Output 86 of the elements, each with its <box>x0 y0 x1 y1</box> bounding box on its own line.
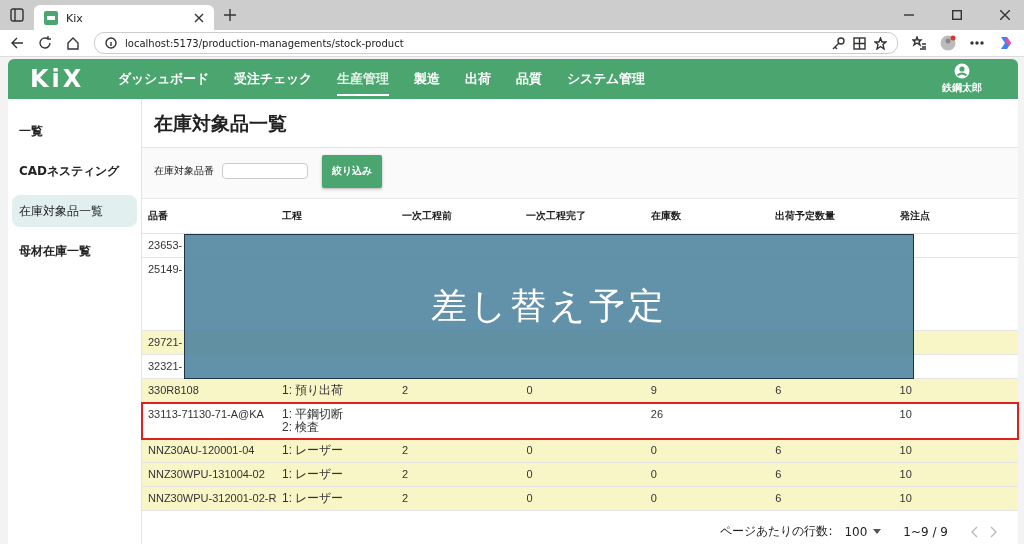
table-cell-text: 1: 預り出荷 <box>282 384 345 397</box>
info-icon <box>105 37 117 49</box>
rows-per-page-select[interactable]: 100 <box>844 524 882 539</box>
avatar-icon[interactable] <box>940 35 956 51</box>
sidebar-item[interactable]: 母材在庫一覧 <box>12 235 137 267</box>
column-header: 工程 <box>282 210 302 221</box>
table-cell: 33113-71130-71-A@KA <box>148 408 264 420</box>
sidebar-item[interactable]: CADネスティング <box>12 155 137 187</box>
column-header: 発注点 <box>899 210 930 221</box>
table-cell: 0 <box>650 492 657 504</box>
rows-per-page-label: ページあたりの行数: <box>720 523 833 540</box>
table-cell: 25149- <box>148 263 183 275</box>
table-cell: 26 <box>650 408 664 420</box>
table-cell: 6 <box>775 468 782 480</box>
table-cell: 6 <box>775 492 782 504</box>
filter-button[interactable]: 絞り込み <box>322 154 382 188</box>
table-cell-text: 1: レーザー <box>282 468 345 481</box>
maximize-icon[interactable] <box>952 10 962 20</box>
table-cell: 32321- <box>148 360 183 372</box>
nav-item[interactable]: 品質 <box>516 62 542 96</box>
table-cell: 6 <box>775 384 782 396</box>
logo: KiX <box>29 65 86 93</box>
nav-item[interactable]: 製造 <box>414 62 440 96</box>
home-icon[interactable] <box>66 36 80 50</box>
table-cell: NNZ30WPU-131004-02 <box>148 468 265 480</box>
table-cell: 9 <box>650 384 657 396</box>
table-cell: 10 <box>899 444 912 456</box>
table-cell: 2 <box>402 492 409 504</box>
table-cell: 6 <box>775 444 782 456</box>
table-cell: 0 <box>650 468 657 480</box>
tab-title: Kix <box>66 11 84 25</box>
table-cell-text: 1: レーザー <box>282 444 345 457</box>
table-cell: 10 <box>899 468 912 480</box>
url-field[interactable]: localhost:5173/production-managements/stock-product <box>94 32 898 54</box>
table-cell: 2 <box>402 444 409 456</box>
table-cell: 0 <box>650 444 657 456</box>
table-cell: 0 <box>526 468 533 480</box>
page-range: 1~9 / 9 <box>903 524 948 539</box>
grid-icon[interactable] <box>853 36 866 50</box>
table-cell: 23653- <box>148 239 183 251</box>
table-cell: 2 <box>402 468 409 480</box>
column-header: 在庫数 <box>650 210 681 221</box>
favorites-icon[interactable] <box>912 36 926 50</box>
nav-item[interactable]: 受注チェック <box>234 62 312 96</box>
url-text: localhost:5173/production-managements/stock-product <box>125 37 404 49</box>
table-cell: 0 <box>526 492 533 504</box>
table-cell-text: 1: レーザー <box>282 492 345 505</box>
nav-item[interactable]: システム管理 <box>567 62 645 96</box>
table-cell-text: 1: 平鋼切断 <box>282 408 345 421</box>
table-cell: 330R8108 <box>148 384 199 396</box>
plus-icon[interactable] <box>224 9 236 21</box>
overlay-text: 差し替え予定 <box>431 284 667 328</box>
back-icon[interactable] <box>10 36 24 50</box>
nav-item[interactable]: ダッシュボード <box>118 62 209 96</box>
table-cell: 2 <box>402 384 409 396</box>
key-icon[interactable] <box>832 36 845 50</box>
column-header: 出荷予定数量 <box>775 210 836 221</box>
reload-icon[interactable] <box>38 36 52 50</box>
table-cell: NNZ30AU-120001-04 <box>148 444 255 456</box>
table-cell: 29721- <box>148 336 183 348</box>
nav-item[interactable]: 出荷 <box>465 62 491 96</box>
table-cell: NNZ30WPU-312001-02-R <box>148 492 277 504</box>
caret-icon <box>873 529 882 534</box>
column-header: 品番 <box>148 210 168 221</box>
nav-item[interactable]: 生産管理 <box>337 62 389 96</box>
table-cell: 10 <box>899 408 912 420</box>
close-icon[interactable] <box>194 13 204 23</box>
column-header: 一次工程完了 <box>526 210 587 221</box>
table-cell: 10 <box>899 492 912 504</box>
sidebar-icon[interactable] <box>10 8 24 22</box>
copilot-icon[interactable] <box>998 35 1014 51</box>
star-icon[interactable] <box>874 36 887 50</box>
sidebar-item[interactable]: 在庫対象品一覧 <box>12 195 137 227</box>
user-icon[interactable] <box>954 63 970 79</box>
table-cell: 0 <box>526 444 533 456</box>
close-icon[interactable] <box>1000 10 1010 20</box>
user-name: 鉄鋼太郎 <box>942 81 982 95</box>
favicon-icon <box>44 11 58 25</box>
table-cell-text: 2: 検査 <box>282 421 321 434</box>
table-cell: 10 <box>899 384 912 396</box>
table-cell: 0 <box>526 384 533 396</box>
filter-label: 在庫対象品番 <box>154 164 214 178</box>
sidebar-item[interactable]: 一覧 <box>12 115 137 147</box>
browser-tab[interactable]: Kix <box>34 5 214 31</box>
search-field[interactable] <box>222 163 308 179</box>
column-header: 一次工程前 <box>402 210 452 221</box>
